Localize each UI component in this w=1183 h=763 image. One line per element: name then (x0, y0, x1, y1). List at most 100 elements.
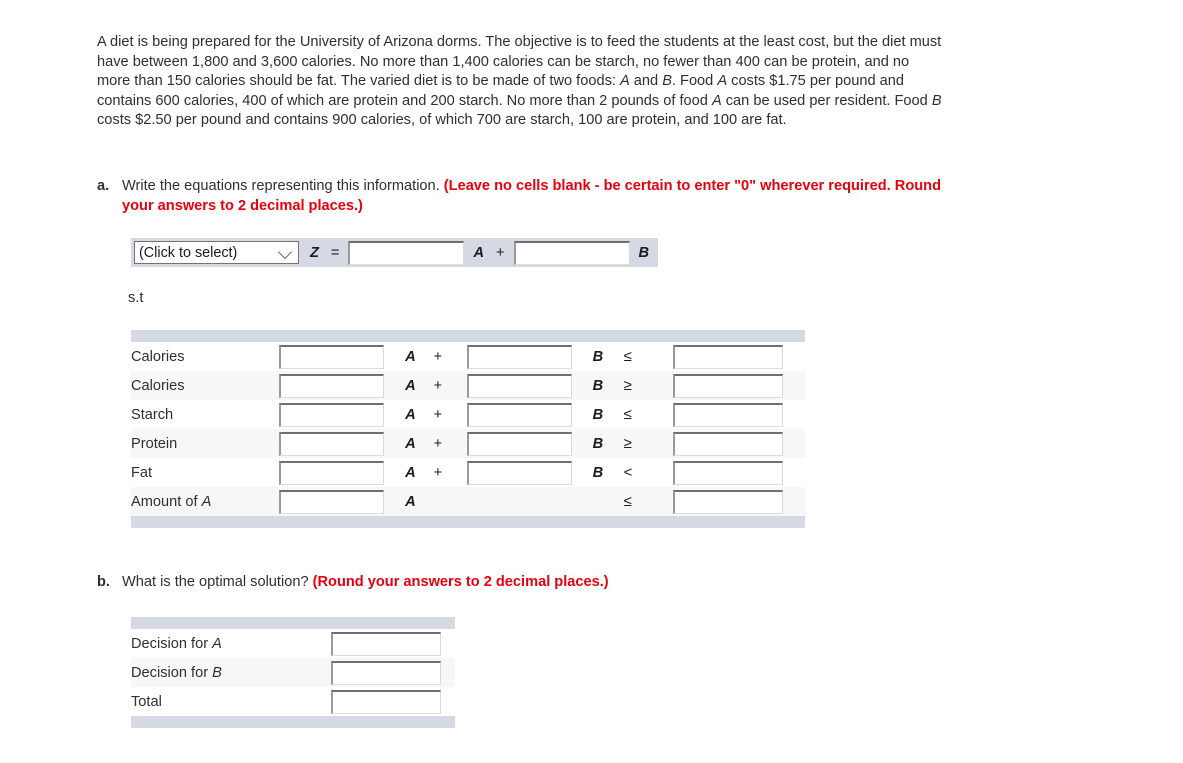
constraint-label: Calories (131, 342, 280, 371)
constraint-rhs-input[interactable] (673, 431, 784, 456)
constraint-row: Fat A + B < (131, 458, 805, 487)
solution-label: Decision for B (131, 658, 331, 687)
constraint-b-term (592, 487, 624, 516)
solution-table-body: Decision for A Decision for B Total (131, 617, 455, 728)
constraint-b-term: B (592, 400, 624, 429)
constraint-coef-a-input[interactable] (279, 489, 385, 514)
objective-select-wrap: (Click to select)MinimizeMaximize (134, 241, 299, 264)
constraint-a-term: A + (405, 458, 467, 487)
constraint-rhs-cell (673, 342, 805, 371)
part-b-prompt: What is the optimal solution? (122, 574, 309, 590)
constraint-coef-a-input[interactable] (279, 431, 385, 456)
constraint-coef-b-input[interactable] (466, 431, 572, 456)
objective-function-row: (Click to select)MinimizeMaximize Z = A … (131, 238, 659, 267)
constraint-b-term: B (592, 371, 624, 400)
constraint-coef-a-cell (279, 400, 406, 429)
constraint-coef-b-cell (466, 400, 593, 429)
constraint-relation: ≤ (623, 342, 674, 371)
constraint-coef-a-input[interactable] (279, 460, 385, 485)
constraint-rhs-cell (673, 371, 805, 400)
constraint-row: Calories A + B ≥ (131, 371, 805, 400)
constraint-coef-a-cell (279, 429, 406, 458)
constraint-row: Calories A + B ≤ (131, 342, 805, 371)
objective-direction-cell: (Click to select)MinimizeMaximize (131, 238, 301, 267)
objective-coef-b-input[interactable] (513, 240, 630, 265)
constraint-coef-b-input[interactable] (466, 460, 572, 485)
constraint-rhs-input[interactable] (673, 460, 784, 485)
solution-value-input[interactable] (331, 660, 441, 685)
constraint-row: Starch A + B ≤ (131, 400, 805, 429)
constraint-relation: ≥ (623, 371, 674, 400)
constraint-coef-a-input[interactable] (279, 344, 385, 369)
constraint-coef-b-input[interactable] (466, 402, 572, 427)
solution-row: Decision for B (131, 658, 455, 687)
constraint-coef-b-cell (466, 371, 593, 400)
constraint-relation: < (623, 458, 674, 487)
constraint-rhs-cell (673, 458, 805, 487)
constraint-relation: ≤ (623, 487, 674, 516)
constraint-coef-b-cell (466, 458, 593, 487)
constraint-a-term: A + (405, 400, 467, 429)
constraints-table-body: Calories A + B ≤ Calories A + B ≥ Starch A + B ≤ Protei… (131, 330, 805, 528)
solution-row: Decision for A (131, 629, 455, 658)
part-b-label: b. (97, 574, 110, 590)
constraint-coef-b-cell (466, 487, 593, 516)
solution-row: Total (131, 687, 455, 716)
objective-b-symbol: B (638, 244, 650, 261)
part-a-label: a. (97, 178, 110, 194)
solution-value-input[interactable] (331, 631, 441, 656)
objective-plus-symbol: + (496, 244, 505, 261)
worksheet-page: A diet is being prepared for the Univers… (0, 0, 1183, 763)
constraint-coef-a-cell (279, 487, 406, 516)
part-a-prompt: Write the equations representing this in… (122, 178, 440, 194)
constraint-label: Protein (131, 429, 280, 458)
question-part-b: b. What is the optimal solution? (Round … (97, 573, 957, 593)
part-b-text: What is the optimal solution? (Round you… (122, 573, 957, 593)
objective-z-cell: Z = (301, 238, 348, 267)
constraint-rhs-input[interactable] (673, 344, 784, 369)
constraint-row: Protein A + B ≥ (131, 429, 805, 458)
constraint-rhs-cell (673, 487, 805, 516)
problem-paragraph: A diet is being prepared for the Univers… (97, 34, 942, 129)
constraint-coef-b-cell (466, 342, 593, 371)
constraint-coef-a-input[interactable] (279, 373, 385, 398)
constraint-label: Starch (131, 400, 280, 429)
constraint-rhs-input[interactable] (673, 489, 784, 514)
constraint-coef-b-input[interactable] (466, 344, 572, 369)
constraint-a-term: A + (405, 342, 467, 371)
constraint-coef-a-cell (279, 371, 406, 400)
solution-value-input[interactable] (331, 689, 441, 714)
solution-label: Decision for A (131, 629, 331, 658)
constraint-rhs-input[interactable] (673, 402, 784, 427)
part-a-text: Write the equations representing this in… (122, 177, 957, 216)
constraint-rhs-input[interactable] (673, 373, 784, 398)
objective-coef-b-cell (513, 238, 630, 267)
question-part-a: a. Write the equations representing this… (97, 177, 957, 216)
solution-table: Decision for A Decision for B Total (131, 617, 455, 728)
constraint-coef-a-cell (279, 342, 406, 371)
constraint-b-term: B (592, 342, 624, 371)
problem-statement: A diet is being prepared for the Univers… (97, 33, 942, 131)
solution-value-cell (331, 687, 455, 716)
constraint-coef-a-input[interactable] (279, 402, 385, 427)
objective-coef-a-input[interactable] (348, 240, 465, 265)
objective-equals-symbol: = (330, 244, 340, 261)
constraint-relation: ≤ (623, 400, 674, 429)
constraints-table-footer-bar (131, 516, 805, 528)
solution-table-footer-bar (131, 716, 455, 728)
objective-a-symbol: A (473, 244, 484, 261)
solution-value-cell (331, 629, 455, 658)
objective-direction-select[interactable]: (Click to select)MinimizeMaximize (134, 241, 299, 264)
part-b-hint: (Round your answers to 2 decimal places.… (312, 574, 609, 590)
constraint-a-term: A + (405, 429, 467, 458)
constraint-b-term: B (592, 429, 624, 458)
solution-label: Total (131, 687, 331, 716)
constraint-relation: ≥ (623, 429, 674, 458)
constraint-row: Amount of A A ≤ (131, 487, 805, 516)
constraint-rhs-cell (673, 400, 805, 429)
objective-b-term-cell: B (630, 238, 659, 267)
objective-z-symbol: Z (310, 244, 319, 261)
constraint-label: Fat (131, 458, 280, 487)
objective-coef-a-cell (348, 238, 465, 267)
constraint-coef-b-input[interactable] (466, 373, 572, 398)
